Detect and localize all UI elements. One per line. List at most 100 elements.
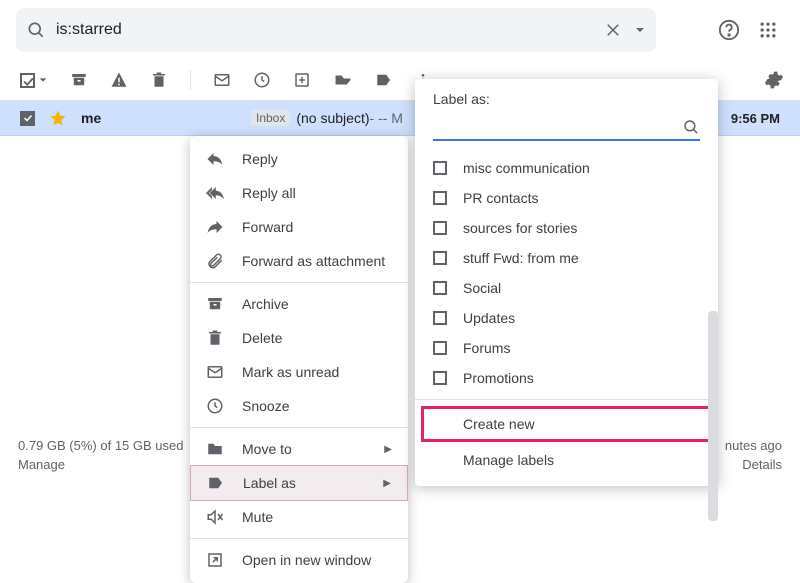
apps-icon[interactable] <box>758 20 778 40</box>
checkbox-icon[interactable] <box>433 221 447 235</box>
menu-mark-unread-label: Mark as unread <box>242 364 339 380</box>
label-option-text: PR contacts <box>463 190 538 206</box>
label-option-text: Forums <box>463 340 510 356</box>
snooze-icon[interactable] <box>253 71 271 89</box>
mute-icon <box>206 508 226 526</box>
folder-icon <box>206 440 226 458</box>
checkbox-icon[interactable] <box>433 341 447 355</box>
storage-text: 0.79 GB (5%) of 15 GB used <box>18 438 183 453</box>
menu-reply-all[interactable]: Reply all <box>190 176 408 210</box>
search-box[interactable] <box>16 8 656 52</box>
menu-divider <box>190 282 408 283</box>
menu-archive[interactable]: Archive <box>190 287 408 321</box>
label-option-text: Social <box>463 280 501 296</box>
menu-archive-label: Archive <box>242 296 289 312</box>
menu-reply-label: Reply <box>242 151 278 167</box>
email-subject: (no subject) <box>296 110 369 126</box>
chevron-right-icon: ▶ <box>384 444 392 455</box>
menu-move-to[interactable]: Move to▶ <box>190 432 408 466</box>
label-option-text: Promotions <box>463 370 534 386</box>
label-option[interactable]: Forums <box>415 333 718 363</box>
help-icon[interactable] <box>718 19 740 41</box>
activity-text: nutes ago <box>725 438 782 453</box>
manage-link[interactable]: Manage <box>18 457 183 472</box>
menu-label-as-label: Label as <box>243 475 296 491</box>
email-sender: me <box>81 110 251 126</box>
archive-icon[interactable] <box>70 71 88 89</box>
checkbox-icon[interactable] <box>433 161 447 175</box>
label-icon <box>207 474 227 492</box>
checkbox-icon[interactable] <box>433 281 447 295</box>
footer-left: 0.79 GB (5%) of 15 GB used Manage <box>18 438 183 476</box>
menu-snooze-label: Snooze <box>242 398 289 414</box>
label-divider <box>415 399 718 400</box>
label-option[interactable]: sources for stories <box>415 213 718 243</box>
label-search-input[interactable] <box>433 119 682 135</box>
menu-label-as[interactable]: Label as▶ <box>190 465 408 501</box>
checkbox-icon[interactable] <box>433 311 447 325</box>
label-option-text: misc communication <box>463 160 590 176</box>
menu-open-new-window[interactable]: Open in new window <box>190 543 408 577</box>
trash-icon <box>206 329 226 347</box>
reply-icon <box>206 150 226 168</box>
menu-mute[interactable]: Mute <box>190 500 408 534</box>
menu-divider <box>190 427 408 428</box>
label-option[interactable]: misc communication <box>415 153 718 183</box>
manage-labels[interactable]: Manage labels <box>415 442 718 478</box>
menu-forward[interactable]: Forward <box>190 210 408 244</box>
label-search[interactable] <box>433 115 700 141</box>
attachment-icon <box>206 252 226 270</box>
checkbox-icon[interactable] <box>433 191 447 205</box>
label-as-panel: Label as: misc communication PR contacts… <box>415 79 718 486</box>
delete-icon[interactable] <box>150 71 168 89</box>
star-icon[interactable] <box>49 109 67 127</box>
header-right-icons <box>718 19 784 41</box>
menu-open-new-window-label: Open in new window <box>242 552 371 568</box>
footer-right: nutes ago Details <box>725 438 782 476</box>
clock-icon <box>206 397 226 415</box>
report-spam-icon[interactable] <box>110 71 128 89</box>
mark-unread-icon[interactable] <box>213 71 231 89</box>
menu-mute-label: Mute <box>242 509 273 525</box>
label-option[interactable]: Updates <box>415 303 718 333</box>
archive-icon <box>206 295 226 313</box>
menu-reply-all-label: Reply all <box>242 185 296 201</box>
menu-divider <box>190 538 408 539</box>
checkbox-icon[interactable] <box>433 371 447 385</box>
inbox-chip[interactable]: Inbox <box>251 110 290 126</box>
label-option[interactable]: stuff Fwd: from me <box>415 243 718 273</box>
clear-search-icon[interactable] <box>604 21 622 39</box>
label-panel-title: Label as: <box>415 91 718 115</box>
menu-snooze[interactable]: Snooze <box>190 389 408 423</box>
label-option-text: Updates <box>463 310 515 326</box>
label-option[interactable]: Promotions <box>415 363 718 393</box>
settings-icon[interactable] <box>764 70 784 90</box>
menu-mark-unread[interactable]: Mark as unread <box>190 355 408 389</box>
menu-reply[interactable]: Reply <box>190 142 408 176</box>
details-link[interactable]: Details <box>725 457 782 472</box>
search-bar-row <box>0 0 800 64</box>
search-icon <box>682 118 700 136</box>
move-to-icon[interactable] <box>333 71 353 89</box>
menu-forward-attachment[interactable]: Forward as attachment <box>190 244 408 278</box>
select-checkbox[interactable] <box>20 73 48 88</box>
menu-delete[interactable]: Delete <box>190 321 408 355</box>
menu-forward-attachment-label: Forward as attachment <box>242 253 385 269</box>
label-option[interactable]: Social <box>415 273 718 303</box>
scrollbar[interactable] <box>708 311 718 521</box>
toolbar-separator <box>190 70 191 90</box>
checkbox-icon[interactable] <box>433 251 447 265</box>
forward-icon <box>206 218 226 236</box>
context-menu: Reply Reply all Forward Forward as attac… <box>190 136 408 583</box>
row-checkbox[interactable] <box>20 111 35 126</box>
labels-icon[interactable] <box>375 71 393 89</box>
label-option-text: stuff Fwd: from me <box>463 250 579 266</box>
search-options-icon[interactable] <box>634 24 646 36</box>
search-input[interactable] <box>56 21 596 39</box>
mail-icon <box>206 363 226 381</box>
add-to-tasks-icon[interactable] <box>293 71 311 89</box>
menu-delete-label: Delete <box>242 330 282 346</box>
search-icon <box>26 20 46 40</box>
create-new-label[interactable]: Create new <box>421 406 712 442</box>
label-option[interactable]: PR contacts <box>415 183 718 213</box>
